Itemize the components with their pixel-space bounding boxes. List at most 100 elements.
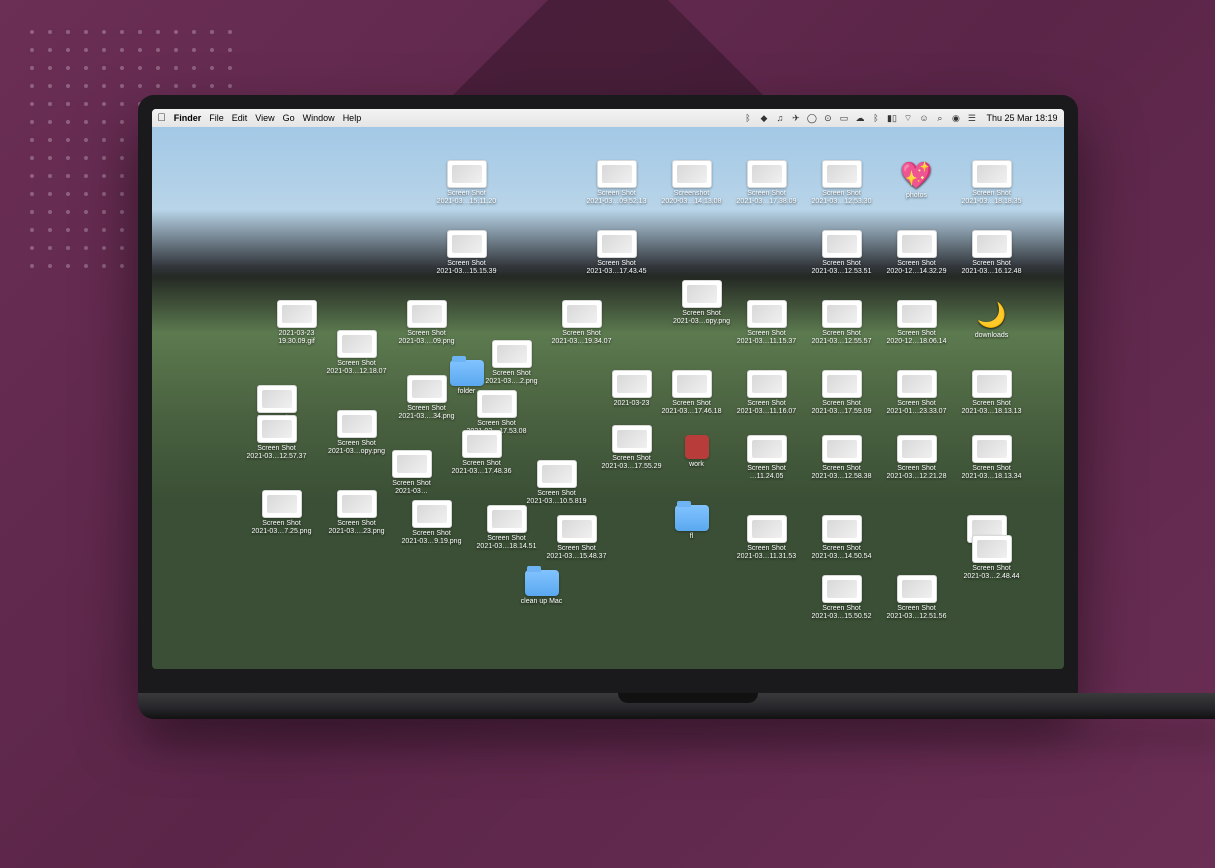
desktop-icon-i55[interactable]: Screen Shot2021-03…15.50.52 [807,575,877,621]
desktop-icon-i37[interactable]: work [662,435,732,469]
desktop-icon-label: downloads [957,332,1027,340]
file-thumbnail-icon [487,505,527,533]
desktop-icon-i2[interactable]: Screen Shot2021-03…09.52.13 [582,160,652,206]
desktop-icon-i41[interactable]: Screen Shot2021-03…18.13.34 [957,435,1027,481]
desktop-icon-i39[interactable]: Screen Shot2021-03…12.58.38 [807,435,877,481]
bluetooth2-icon[interactable]: ᛒ [870,113,881,124]
desktop-icon-i9[interactable]: Screen Shot2021-03…17.43.45 [582,230,652,276]
desktop-icon-i43[interactable]: Screen Shot2021-03…10.5.819 [522,460,592,506]
desktop-icon-sublabel: 2021-03…19.34.07 [547,338,617,346]
record-icon[interactable]: ⊙ [822,113,833,124]
user-icon[interactable]: ☺ [918,113,929,124]
cloud-icon[interactable]: ☁ [854,113,865,124]
desktop-icon-label: Screen Shot [657,400,727,408]
desktop-icon-label: photos [882,192,952,200]
desktop-icon-sublabel: 2021-03…9.19.png [397,538,467,546]
desktop-icon-i20[interactable]: 🌙 downloads [957,300,1027,340]
desktop-icon-i16[interactable]: Screen Shot2021-03…opy.png [667,280,737,326]
desktop-icon-i54[interactable]: clean up Mac [507,570,577,606]
desktop-icon-i18[interactable]: Screen Shot2021-03…12.55.57 [807,300,877,346]
desktop-icon-i47[interactable]: Screen Shot2021-03…18.14.51 [472,505,542,551]
file-thumbnail-icon [477,390,517,418]
desktop-icon-label: Screen Shot [957,260,1027,268]
desktop-icon-i51[interactable]: Screen Shot2021-03…14.50.54 [807,515,877,561]
desktop-icon-i1[interactable]: Screen Shot2021-03…15.11.20 [432,160,502,206]
desktop-icon-i38[interactable]: Screen Shot…11.24.05 [732,435,802,481]
desktop-icon-label: Screen Shot [472,535,542,543]
desktop-icon-i49[interactable]: fl [657,505,727,541]
desktop-icon-i29[interactable]: Screen Shot2021-03…18.13.13 [957,370,1027,416]
desktop-icon-i45[interactable]: Screen Shot2021-03….23.png [322,490,392,536]
desktop-icon-i40[interactable]: Screen Shot2021-03…12.21.28 [882,435,952,481]
desktop-icon-sublabel: 2021-03…11.31.53 [732,553,802,561]
desktop-icon-i19[interactable]: Screen Shot2020-12…18.06.14 [882,300,952,346]
telegram-icon[interactable]: ✈ [790,113,801,124]
desktop-icon-i46[interactable]: Screen Shot2021-03…9.19.png [397,500,467,546]
desktop-icon-sublabel: 2021-03…12.55.57 [807,338,877,346]
desktop-icon-i44[interactable]: Screen Shot2021-03…7.25.png [247,490,317,536]
desktop-icon-i35[interactable]: Screen Shot2021-03…17.48.36 [447,430,517,476]
search-icon[interactable]: ⌕ [934,113,945,124]
desktop-icon-sublabel: …11.24.05 [732,473,802,481]
file-thumbnail-icon [672,370,712,398]
menubar-item-view[interactable]: View [255,113,274,123]
status-icon[interactable]: ◆ [758,113,769,124]
desktop-icon-i36[interactable]: Screen Shot2021-03…17.55.29 [597,425,667,471]
file-thumbnail-icon [897,230,937,258]
desktop-icon-i31[interactable]: Screen Shot2021-03….34.png [392,375,462,421]
desktop-icon-i4[interactable]: Screen Shot2021-03…17.38.09 [732,160,802,206]
desktop-icon-i17[interactable]: Screen Shot2021-03…11.15.37 [732,300,802,346]
desktop-icon-label: work [662,461,732,469]
desktop-icon-sublabel: 2021-03…15.15.39 [432,268,502,276]
desktop-icon-i3[interactable]: Screenshot2020-03…14.13.08 [657,160,727,206]
wifi-icon[interactable]: ⌔ [902,113,913,124]
desktop-icon-i21[interactable]: Screen Shot2021-03…12.18.07 [322,330,392,376]
desktop-icon-i27[interactable]: Screen Shot2021-03…17.59.09 [807,370,877,416]
menubar-item-edit[interactable]: Edit [232,113,248,123]
siri-icon[interactable]: ◉ [950,113,961,124]
control-center-icon[interactable]: ☰ [966,113,977,124]
file-thumbnail-icon [462,430,502,458]
desktop-icon-i8[interactable]: Screen Shot2021-03…15.15.39 [432,230,502,276]
desktop-icon-label: Screen Shot [447,460,517,468]
desktop-area[interactable]: Screen Shot2021-03…15.11.20Screen Shot20… [152,127,1064,669]
headphones-icon[interactable]: ♫ [774,113,785,124]
desktop-icon-i56[interactable]: Screen Shot2021-03…12.51.56 [882,575,952,621]
moon-icon: 🌙 [977,300,1007,330]
battery-icon[interactable]: ▮▯ [886,113,897,124]
desktop-icon-i26[interactable]: Screen Shot2021-03…11.16.07 [732,370,802,416]
desktop-icon-i53[interactable]: Screen Shot2021-03…2.48.44 [957,535,1027,581]
apple-menu-icon[interactable]:  [158,112,166,124]
desktop-icon-i48[interactable]: Screen Shot2021-03…15.48.37 [542,515,612,561]
desktop-icon-i25[interactable]: Screen Shot2021-03…17.46.18 [657,370,727,416]
desktop-icon-i15[interactable]: Screen Shot2021-03…19.34.07 [547,300,617,346]
desktop-icon-i12[interactable]: Screen Shot2021-03…16.12.48 [957,230,1027,276]
desktop-icon-i50[interactable]: Screen Shot2021-03…11.31.53 [732,515,802,561]
menubar-app-name[interactable]: Finder [174,113,202,123]
desktop-icon-i11[interactable]: Screen Shot2020-12…14.32.29 [882,230,952,276]
desktop-icon-i7[interactable]: Screen Shot2021-03…18.18.35 [957,160,1027,206]
desktop-icon-i23[interactable]: Screen Shot2021-03….2.png [477,340,547,386]
desktop-icon-label: Screen Shot [432,260,502,268]
bluetooth-icon[interactable]: ᛒ [742,113,753,124]
desktop-icon-i10[interactable]: Screen Shot2021-03…12.53.51 [807,230,877,276]
menubar-clock[interactable]: Thu 25 Mar 18:19 [986,113,1057,123]
desktop-icon-i28[interactable]: Screen Shot2021-01…23.33.07 [882,370,952,416]
app-icon[interactable]: ◯ [806,113,817,124]
desktop-icon-label: Screen Shot [882,605,952,613]
flag-icon[interactable]: ▭ [838,113,849,124]
folder-icon [525,570,559,596]
desktop-icon-i33[interactable]: Screen Shot2021-03…12.57.37 [242,415,312,461]
menubar-item-window[interactable]: Window [303,113,335,123]
desktop-icon-i14[interactable]: Screen Shot2021-03….09.png [392,300,462,346]
menubar-item-help[interactable]: Help [343,113,362,123]
desktop-icon-label: Screen Shot [807,545,877,553]
desktop-icon-sublabel: 2021-03…16.12.48 [957,268,1027,276]
desktop-icon-i6[interactable]: 💖photos [882,160,952,200]
menubar-item-go[interactable]: Go [283,113,295,123]
desktop-icon-sublabel: 2021-03…7.25.png [247,528,317,536]
menubar-item-file[interactable]: File [209,113,224,123]
desktop-icon-sublabel: 2021-03…15.50.52 [807,613,877,621]
desktop-icon-label: Screenshot [657,190,727,198]
desktop-icon-i5[interactable]: Screen Shot2021-03…12.53.30 [807,160,877,206]
